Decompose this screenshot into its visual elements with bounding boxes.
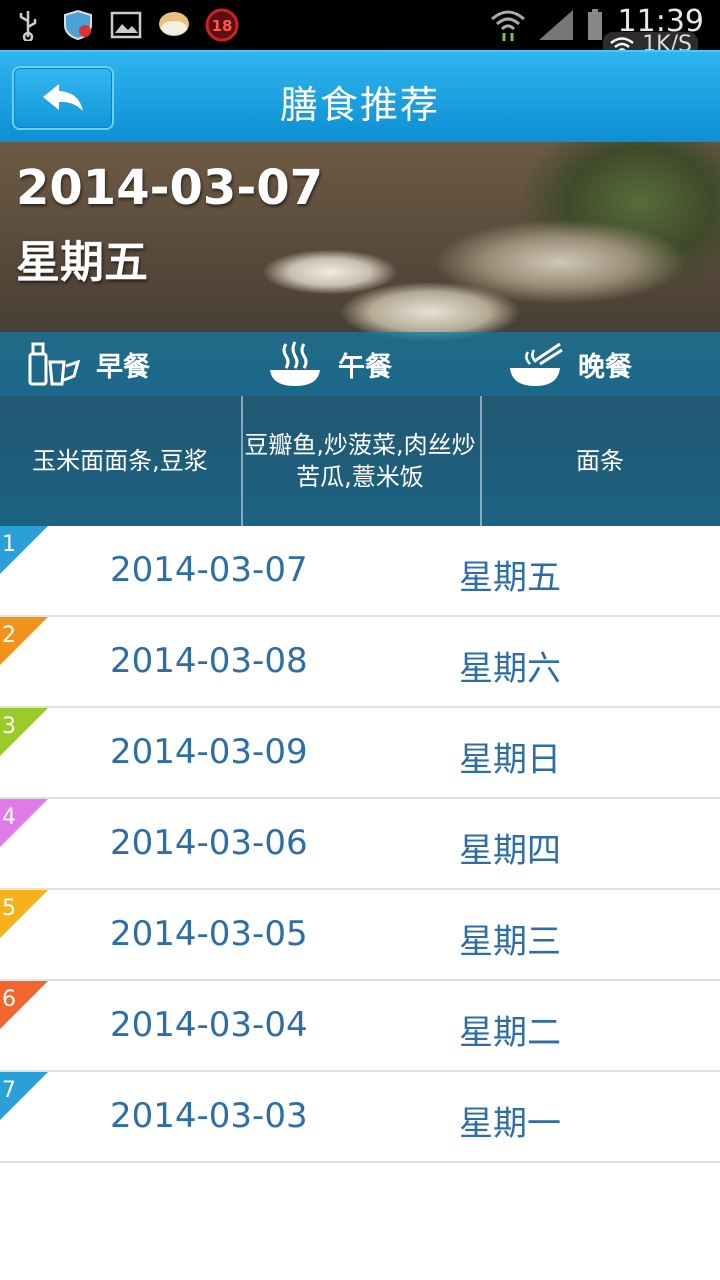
list-item[interactable]: 6 2014-03-04 星期二 [0, 981, 720, 1072]
meal-header: 早餐 午餐 晚餐 [0, 332, 720, 396]
list-item-date: 2014-03-05 [110, 914, 308, 954]
cell-signal-icon [536, 8, 576, 42]
rank-number: 7 [2, 1078, 16, 1103]
app-icon [156, 8, 192, 42]
list-item[interactable]: 4 2014-03-06 星期四 [0, 799, 720, 890]
svg-text:18: 18 [212, 17, 233, 35]
lunch-header: 午餐 [266, 332, 506, 396]
rank-number: 3 [2, 714, 16, 739]
today-meal-banner: 2014-03-07 星期五 早餐 午餐 晚餐 玉米面面条,豆浆 豆瓣鱼,炒菠菜… [0, 142, 720, 526]
list-item-weekday: 星期二 [459, 1013, 561, 1053]
breakfast-food: 玉米面面条,豆浆 [32, 447, 208, 475]
page-title: 膳食推荐 [279, 83, 440, 127]
dinner-header: 晚餐 [506, 332, 720, 396]
rank-number: 1 [2, 532, 16, 557]
status-bar: 18 11:39 1K/S [0, 0, 720, 57]
breakfast-label: 早餐 [96, 351, 150, 383]
usb-icon [10, 8, 46, 42]
list-item-weekday: 星期一 [459, 1104, 561, 1144]
breakfast-header: 早餐 [24, 332, 264, 396]
rank-number: 2 [2, 623, 16, 648]
list-item[interactable]: 2 2014-03-08 星期六 [0, 617, 720, 708]
list-item[interactable]: 1 2014-03-07 星期五 [0, 526, 720, 617]
list-item[interactable]: 5 2014-03-05 星期三 [0, 890, 720, 981]
age-18-icon: 18 [204, 8, 240, 42]
list-item-date: 2014-03-08 [110, 641, 308, 681]
list-item-weekday: 星期六 [459, 649, 561, 689]
gallery-icon [108, 8, 144, 42]
list-item[interactable]: 7 2014-03-03 星期一 [0, 1072, 720, 1163]
list-item-date: 2014-03-06 [110, 823, 308, 863]
dinner-noodle-icon [510, 342, 563, 386]
lunch-food: 豆瓣鱼,炒菠菜,肉丝炒苦瓜,薏米饭 [244, 431, 476, 491]
lunch-label: 午餐 [338, 351, 392, 383]
wifi-signal-icon [488, 8, 528, 42]
title-bar: 膳食推荐 [0, 50, 720, 142]
list-item-date: 2014-03-04 [110, 1005, 308, 1045]
list-item-date: 2014-03-03 [110, 1096, 308, 1136]
list-item-weekday: 星期三 [459, 922, 561, 962]
dinner-food: 面条 [576, 447, 624, 475]
rank-number: 5 [2, 896, 16, 921]
banner-weekday: 星期五 [16, 237, 148, 288]
lunch-bowl-icon [270, 341, 320, 386]
breakfast-icon [28, 342, 81, 386]
list-item-weekday: 星期四 [459, 831, 561, 871]
security-icon [60, 8, 96, 42]
banner-date: 2014-03-07 [16, 160, 324, 216]
list-item[interactable]: 3 2014-03-09 星期日 [0, 708, 720, 799]
meal-details: 玉米面面条,豆浆 豆瓣鱼,炒菠菜,肉丝炒苦瓜,薏米饭 面条 [0, 396, 720, 526]
list-item-weekday: 星期日 [459, 740, 561, 780]
list-item-weekday: 星期五 [459, 558, 561, 598]
dinner-label: 晚餐 [578, 351, 632, 383]
date-list: 1 2014-03-07 星期五 2 2014-03-08 星期六 3 2014-03-09 星… [0, 526, 720, 1163]
list-item-date: 2014-03-07 [110, 550, 308, 590]
list-item-date: 2014-03-09 [110, 732, 308, 772]
rank-number: 4 [2, 805, 16, 830]
rank-number: 6 [2, 987, 16, 1012]
